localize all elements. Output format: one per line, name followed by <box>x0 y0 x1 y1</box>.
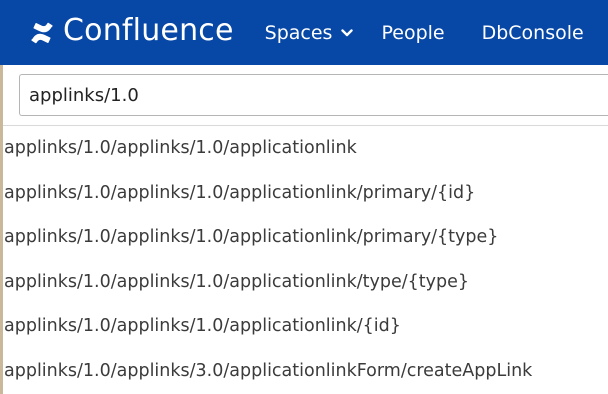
chevron-down-icon <box>341 29 354 37</box>
page: Confluence Spaces People DbConsole appli… <box>0 0 608 394</box>
top-navigation-bar: Confluence Spaces People DbConsole <box>0 0 608 65</box>
confluence-x-icon <box>31 22 53 43</box>
result-item[interactable]: applinks/1.0/applinks/1.0/applicationlin… <box>3 126 608 171</box>
result-item[interactable]: applinks/1.0/applinks/1.0/applicationlin… <box>3 215 608 260</box>
dbconsole-label: DbConsole <box>481 21 584 44</box>
spaces-menu-button[interactable]: Spaces <box>265 0 354 65</box>
result-item[interactable]: applinks/1.0/applinks/3.0/applicationlin… <box>3 349 608 394</box>
people-label: People <box>381 21 445 44</box>
spaces-menu-label: Spaces <box>264 21 333 44</box>
search-bar <box>3 65 608 126</box>
confluence-logo[interactable]: Confluence <box>30 0 234 65</box>
result-item[interactable]: applinks/1.0/applinks/1.0/applicationlin… <box>3 171 608 216</box>
result-item[interactable]: applinks/1.0/applinks/1.0/applicationlin… <box>3 260 608 305</box>
people-link[interactable]: People <box>381 0 444 65</box>
autocomplete-results-list: applinks/1.0/applinks/1.0/applicationlin… <box>3 126 608 394</box>
result-item[interactable]: applinks/1.0/applinks/1.0/applicationlin… <box>3 304 608 349</box>
search-input[interactable] <box>19 74 608 116</box>
dbconsole-link[interactable]: DbConsole <box>482 0 584 65</box>
brand-name: Confluence <box>63 13 234 48</box>
